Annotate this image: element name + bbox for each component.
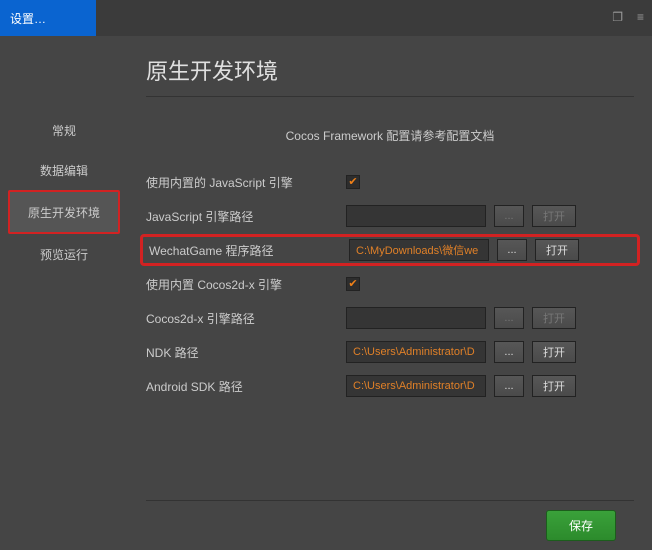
label-ndk: NDK 路径 [146,344,346,361]
browse-js-path-button[interactable]: ... [494,205,524,227]
open-cocos-button[interactable]: 打开 [532,307,576,329]
checkbox-use-js[interactable] [346,175,360,189]
open-js-path-button[interactable]: 打开 [532,205,576,227]
row-cocos-path: Cocos2d-x 引擎路径 ... 打开 [146,302,634,334]
popout-icon[interactable]: ❐ [612,10,623,24]
label-cocos-path: Cocos2d-x 引擎路径 [146,310,346,327]
open-wechat-button[interactable]: 打开 [535,239,579,261]
label-sdk: Android SDK 路径 [146,378,346,395]
title-tab[interactable]: 设置… [0,0,96,36]
main-panel: 原生开发环境 Cocos Framework 配置请参考配置文档 使用内置的 J… [128,36,652,550]
browse-ndk-button[interactable]: ... [494,341,524,363]
browse-sdk-button[interactable]: ... [494,375,524,397]
sidebar: 常规 数据编辑 原生开发环境 预览运行 [0,36,128,550]
title-tab-label: 设置… [10,10,46,27]
input-cocos-path[interactable] [346,307,486,329]
sidebar-item-label: 预览运行 [40,246,88,263]
sidebar-item-label: 常规 [52,122,76,139]
settings-window: 设置… ❐ ≡ 常规 数据编辑 原生开发环境 预览运行 原生开发环境 [0,0,652,550]
row-use-cocos-engine: 使用内置 Cocos2d-x 引擎 [146,268,634,300]
row-js-path: JavaScript 引擎路径 ... 打开 [146,200,634,232]
row-use-js-engine: 使用内置的 JavaScript 引擎 [146,166,634,198]
checkbox-use-cocos[interactable] [346,277,360,291]
open-ndk-button[interactable]: 打开 [532,341,576,363]
sidebar-item-preview-run[interactable]: 预览运行 [0,234,128,274]
window-controls: ❐ ≡ [612,10,644,24]
input-ndk-path[interactable]: C:\Users\Administrator\D [346,341,486,363]
label-wechat: WechatGame 程序路径 [149,242,349,259]
label-js-path: JavaScript 引擎路径 [146,208,346,225]
browse-cocos-button[interactable]: ... [494,307,524,329]
sidebar-item-data-edit[interactable]: 数据编辑 [0,150,128,190]
sidebar-item-label: 原生开发环境 [28,204,100,221]
row-ndk-path: NDK 路径 C:\Users\Administrator\D ... 打开 [146,336,634,368]
sidebar-item-label: 数据编辑 [40,162,88,179]
label-use-js: 使用内置的 JavaScript 引擎 [146,174,346,191]
input-sdk-path[interactable]: C:\Users\Administrator\D [346,375,486,397]
label-use-cocos: 使用内置 Cocos2d-x 引擎 [146,276,346,293]
footer: 保存 [146,500,634,550]
config-note: Cocos Framework 配置请参考配置文档 [146,127,634,144]
sidebar-item-general[interactable]: 常规 [0,110,128,150]
content-row: 常规 数据编辑 原生开发环境 预览运行 原生开发环境 Cocos Framewo… [0,36,652,550]
sidebar-item-native-dev[interactable]: 原生开发环境 [10,192,118,232]
input-wechat-path[interactable]: C:\MyDownloads\微信we [349,239,489,261]
browse-wechat-button[interactable]: ... [497,239,527,261]
panel-title: 原生开发环境 [146,54,634,97]
sidebar-highlight: 原生开发环境 [8,190,120,234]
open-sdk-button[interactable]: 打开 [532,375,576,397]
form-rows: 使用内置的 JavaScript 引擎 JavaScript 引擎路径 ... … [146,166,634,402]
save-button[interactable]: 保存 [546,510,616,541]
row-wechat-path: WechatGame 程序路径 C:\MyDownloads\微信we ... … [140,234,640,266]
titlebar: 设置… ❐ ≡ [0,0,652,36]
input-js-path[interactable] [346,205,486,227]
row-sdk-path: Android SDK 路径 C:\Users\Administrator\D … [146,370,634,402]
menu-icon[interactable]: ≡ [637,10,644,24]
